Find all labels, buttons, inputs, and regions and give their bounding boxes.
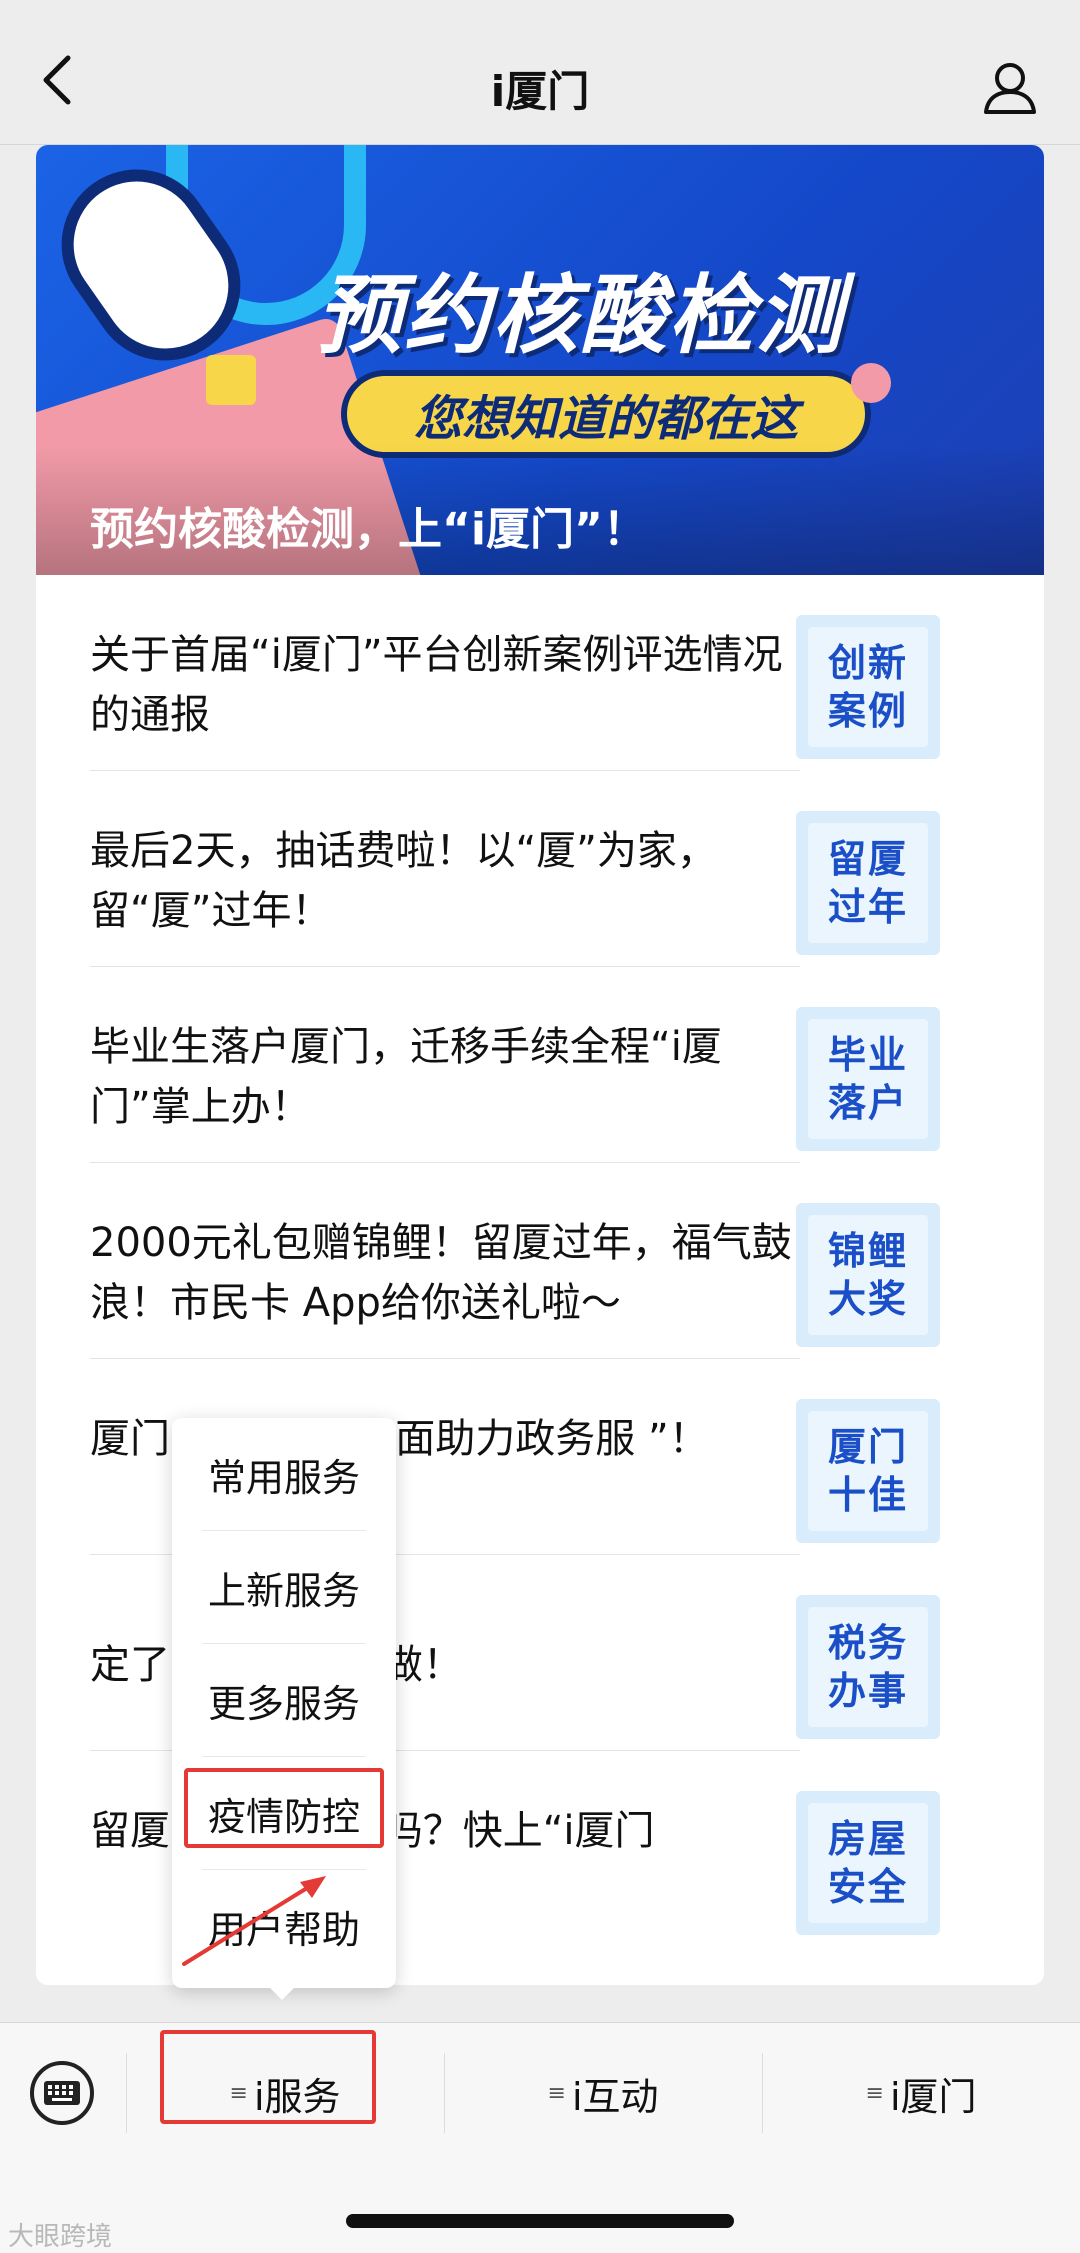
menu-lines-icon: ≡ bbox=[547, 2080, 566, 2106]
watermark: 大眼跨境 bbox=[8, 2222, 113, 2252]
profile-button[interactable] bbox=[980, 58, 1040, 118]
article-title: 最后2天，抽话费啦！以“厦”为家，留“厦”过年！ bbox=[90, 828, 717, 934]
article-title: 毕业生落户厦门，迁移手续全程“i厦门”掌上办！ bbox=[90, 1024, 722, 1130]
article-item[interactable]: 关于首届“i厦门”平台创新案例评选情况的通报 创新案例 bbox=[90, 575, 990, 771]
menu-item-more-services[interactable]: 更多服务 bbox=[172, 1644, 396, 1756]
article-thumbnail: 留厦过年 bbox=[796, 811, 940, 955]
article-thumbnail: 毕业落户 bbox=[796, 1007, 940, 1151]
keyboard-toggle-button[interactable] bbox=[30, 2061, 94, 2125]
thumbnail-label: 留厦过年 bbox=[808, 823, 928, 943]
thumbnail-label: 厦门十佳 bbox=[808, 1411, 928, 1531]
popup-pointer bbox=[268, 1986, 296, 2000]
tab-i-xiamen[interactable]: ≡ i厦门 bbox=[762, 2053, 1080, 2133]
article-thumbnail: 税务办事 bbox=[796, 1595, 940, 1739]
thumbnail-label: 锦鲤大奖 bbox=[808, 1215, 928, 1335]
thumbnail-label: 房屋安全 bbox=[808, 1803, 928, 1923]
article-thumbnail: 房屋安全 bbox=[796, 1791, 940, 1935]
article-item[interactable]: 最后2天，抽话费啦！以“厦”为家，留“厦”过年！ 留厦过年 bbox=[90, 771, 990, 967]
menu-lines-icon: ≡ bbox=[865, 2080, 884, 2106]
banner-caption: 预约核酸检测，上“i厦门”！ bbox=[90, 504, 647, 555]
thumbnail-label: 创新案例 bbox=[808, 627, 928, 747]
banner-headline: 预约核酸检测 bbox=[316, 266, 844, 366]
article-thumbnail: 锦鲤大奖 bbox=[796, 1203, 940, 1347]
article-title: 关于首届“i厦门”平台创新案例评选情况的通报 bbox=[90, 632, 783, 738]
menu-item-common-services[interactable]: 常用服务 bbox=[172, 1418, 396, 1530]
highlight-box-epidemic-control bbox=[184, 1768, 384, 1848]
highlight-box-i-service bbox=[160, 2030, 376, 2124]
tab-label: i厦门 bbox=[889, 2074, 977, 2119]
keyboard-icon bbox=[44, 2081, 80, 2105]
banner-decoration bbox=[851, 363, 891, 403]
banner-article[interactable]: 预约核酸检测 您想知道的都在这 预约核酸检测，上“i厦门”！ bbox=[36, 145, 1044, 575]
article-item[interactable]: 毕业生落户厦门，迁移手续全程“i厦门”掌上办！ 毕业落户 bbox=[90, 967, 990, 1163]
user-icon bbox=[984, 63, 1036, 114]
thumbnail-label: 毕业落户 bbox=[808, 1019, 928, 1139]
tab-i-interact[interactable]: ≡ i互动 bbox=[444, 2053, 762, 2133]
thumbnail-label: 税务办事 bbox=[808, 1607, 928, 1727]
article-thumbnail: 厦门十佳 bbox=[796, 1399, 940, 1543]
article-item[interactable]: 2000元礼包赠锦鲤！留厦过年，福气鼓浪！市民卡 App给你送礼啦～ 锦鲤大奖 bbox=[90, 1163, 990, 1359]
tab-label: i互动 bbox=[571, 2074, 659, 2119]
page-title: i厦门 bbox=[490, 67, 590, 116]
top-nav-bar: i厦门 bbox=[0, 0, 1080, 145]
banner-decoration bbox=[206, 355, 256, 405]
article-thumbnail: 创新案例 bbox=[796, 615, 940, 759]
menu-item-new-services[interactable]: 上新服务 bbox=[172, 1531, 396, 1643]
home-indicator bbox=[346, 2214, 734, 2228]
article-title: 2000元礼包赠锦鲤！留厦过年，福气鼓浪！市民卡 App给你送礼啦～ bbox=[90, 1220, 792, 1326]
red-arrow-icon bbox=[182, 1876, 326, 1966]
